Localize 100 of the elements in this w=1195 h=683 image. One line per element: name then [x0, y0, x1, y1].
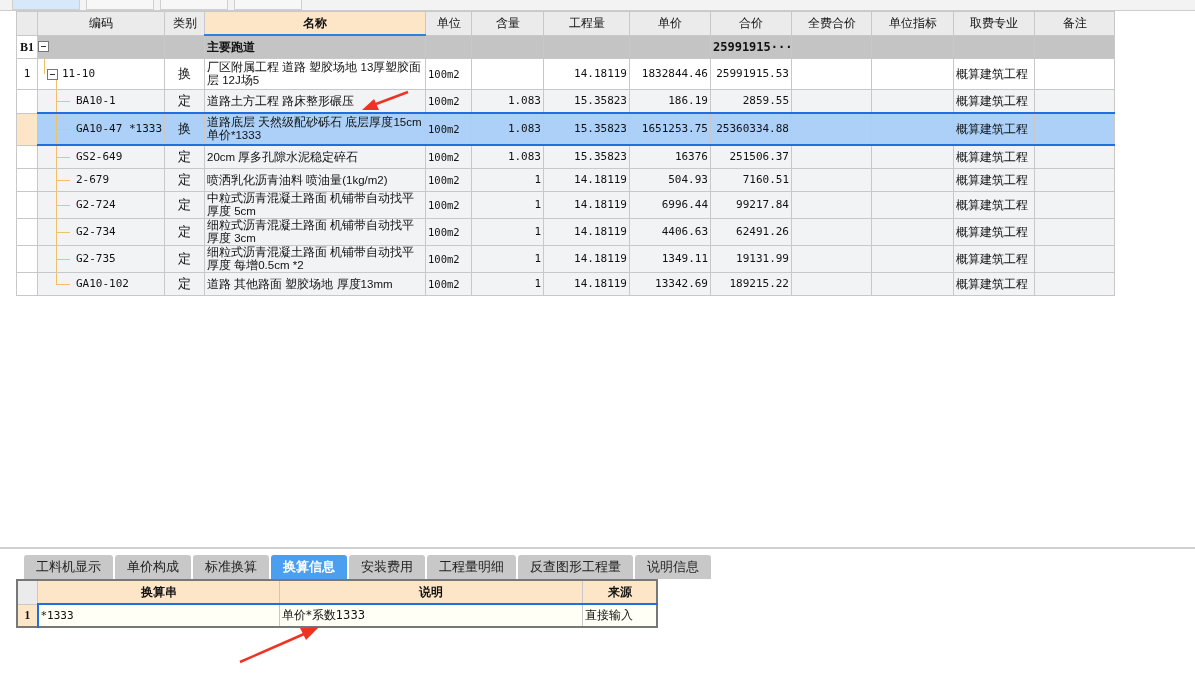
column-header[interactable]: 名称 — [204, 11, 426, 35]
table-cell: 概算建筑工程 — [956, 122, 1028, 136]
item-code: G2-724 — [76, 198, 116, 212]
column-header[interactable]: 单位指标 — [871, 11, 954, 35]
table-cell: 细粒式沥青混凝土路面 机铺带自动找平厚度 每增0.5cm *2 — [207, 246, 415, 271]
collapse-toggle[interactable] — [47, 68, 58, 80]
column-header[interactable]: 备注 — [1034, 11, 1115, 35]
table-cell: 251506.37 — [729, 150, 789, 163]
table-cell: 14.18119 — [574, 173, 627, 186]
table-cell: 概算建筑工程 — [956, 150, 1028, 164]
table-row[interactable]: 1 *1333 单价*系数1333 直接输入 — [17, 604, 657, 627]
item-code: 11-10 — [62, 67, 96, 81]
table-cell: 186.19 — [668, 94, 708, 107]
column-header[interactable]: 取费专业 — [953, 11, 1035, 35]
table-cell: 概算建筑工程 — [956, 225, 1028, 239]
table-cell: 16376 — [674, 150, 708, 163]
table-cell: 定 — [178, 251, 191, 266]
table-row[interactable]: G2-734 定 细粒式沥青混凝土路面 机铺带自动找平厚度 3cm 100m2 1 14.18119 4406.63 62491.26 概算建筑工程 — [16, 218, 1115, 246]
table-cell: 100m2 — [428, 95, 460, 107]
tab[interactable]: 说明信息 — [635, 555, 711, 579]
column-header[interactable]: 单价 — [629, 11, 711, 35]
table-cell: 1 — [534, 225, 541, 238]
item-code: G2-735 — [76, 252, 116, 266]
table-cell: 概算建筑工程 — [956, 173, 1028, 187]
table-cell: 7160.51 — [742, 173, 789, 186]
table-cell: 1.083 — [507, 94, 541, 107]
row-number: 1 — [24, 609, 31, 622]
table-cell: 14.18119 — [574, 198, 627, 211]
table-cell: 1.083 — [507, 122, 541, 135]
tab[interactable] — [12, 0, 80, 10]
table-row[interactable]: G2-735 定 细粒式沥青混凝土路面 机铺带自动找平厚度 每增0.5cm *2 100m2 1 14.18119 1349.11 19131.99 概算建筑工程 — [16, 245, 1115, 273]
tab[interactable] — [86, 0, 154, 10]
column-header[interactable]: 合价 — [710, 11, 792, 35]
table-row[interactable]: GA10-102 定 道路 其他路面 塑胶场地 厚度13mm 100m2 1 14.18119 13342.69 189215.22 概算建筑工程 — [16, 272, 1115, 296]
table-cell: 概算建筑工程 — [956, 277, 1028, 291]
column-header: 换算串 — [37, 580, 280, 604]
table-cell: 14.18119 — [574, 277, 627, 290]
table-cell: 99217.84 — [736, 198, 789, 211]
table-cell: 2859.55 — [742, 94, 789, 107]
table-cell: 19131.99 — [736, 252, 789, 265]
column-header[interactable]: 编码 — [37, 11, 165, 35]
table-cell: 定 — [178, 149, 191, 164]
table-cell: 1.083 — [507, 150, 541, 163]
table-cell: 15.35823 — [574, 150, 627, 163]
column-header[interactable]: 工程量 — [543, 11, 630, 35]
table-cell: 13342.69 — [655, 277, 708, 290]
table-cell: 概算建筑工程 — [956, 252, 1028, 266]
table-cell: 100m2 — [428, 151, 460, 163]
table-cell: 15.35823 — [574, 94, 627, 107]
item-code: GA10-47 *1333 — [76, 122, 163, 136]
tab[interactable]: 标准换算 — [193, 555, 269, 579]
table-cell: 定 — [178, 276, 191, 291]
table-cell: 定 — [178, 93, 191, 108]
table-cell: 换 — [178, 66, 191, 81]
table-cell: 定 — [178, 197, 191, 212]
column-header[interactable]: 全费合价 — [791, 11, 872, 35]
column-header[interactable]: 类别 — [164, 11, 205, 35]
table-cell: 细粒式沥青混凝土路面 机铺带自动找平厚度 3cm — [207, 219, 415, 244]
tab[interactable]: 工料机显示 — [24, 555, 113, 579]
table-cell: 100m2 — [428, 278, 460, 290]
column-header[interactable]: 单位 — [425, 11, 472, 35]
table-cell: 62491.26 — [736, 225, 789, 238]
table-cell: 概算建筑工程 — [956, 67, 1028, 81]
table-cell: 1 — [534, 277, 541, 290]
table-row[interactable]: BA10-1 定 道路土方工程 路床整形碾压 100m2 1.083 15.35823 186.19 2859.55 概算建筑工程 — [16, 89, 1115, 113]
column-header: 来源 — [582, 580, 657, 604]
table-cell: 20cm 厚多孔隙水泥稳定碎石 — [207, 150, 359, 163]
table-row[interactable]: G2-724 定 中粒式沥青混凝土路面 机铺带自动找平厚度 5cm 100m2 1 14.18119 6996.44 99217.84 概算建筑工程 — [16, 191, 1115, 219]
tab[interactable] — [234, 0, 302, 10]
tab[interactable]: 反查图形工程量 — [518, 555, 633, 579]
column-header[interactable]: 含量 — [471, 11, 544, 35]
table-cell: 100m2 — [428, 253, 460, 265]
table-cell: 单价*系数1333 — [282, 608, 366, 622]
table-cell: 100m2 — [428, 123, 460, 135]
row-number: 1 — [23, 67, 31, 80]
table-row[interactable]: 2-679 定 喷洒乳化沥青油料 喷油量(1kg/m2) 100m2 1 14.18119 504.93 7160.51 概算建筑工程 — [16, 168, 1115, 192]
table-cell: 定 — [178, 224, 191, 239]
table-cell: 厂区附属工程 道路 塑胶场地 13厚塑胶面层 12J场5 — [207, 61, 422, 86]
table-row[interactable]: GS2-649 定 20cm 厚多孔隙水泥稳定碎石 100m2 1.083 15.35823 16376 251506.37 概算建筑工程 — [16, 145, 1115, 169]
table-cell: 定 — [178, 172, 191, 187]
column-header: 说明 — [279, 580, 583, 604]
table-cell: 概算建筑工程 — [956, 94, 1028, 108]
table-cell: 25360334.88 — [716, 122, 789, 135]
item-code: GA10-102 — [76, 277, 129, 291]
table-cell: 换 — [178, 121, 191, 136]
tab[interactable]: 单价构成 — [115, 555, 191, 579]
collapse-toggle[interactable] — [38, 41, 49, 53]
item-code: GS2-649 — [76, 150, 123, 164]
tab[interactable]: 工程量明细 — [427, 555, 516, 579]
table-cell: 25991915.53 — [716, 67, 789, 80]
tab[interactable] — [160, 0, 228, 10]
table-cell: 100m2 — [428, 68, 460, 80]
table-cell: 25991915··· — [713, 39, 793, 54]
section-row[interactable]: B1 主要跑道 25991915··· — [16, 35, 1115, 59]
table-cell: 直接输入 — [585, 608, 633, 622]
table-cell: 100m2 — [428, 199, 460, 211]
annotation-arrow — [362, 90, 409, 110]
table-cell: 中粒式沥青混凝土路面 机铺带自动找平厚度 5cm — [207, 192, 415, 217]
table-cell: 1 — [534, 198, 541, 211]
tab[interactable]: 安装费用 — [349, 555, 425, 579]
